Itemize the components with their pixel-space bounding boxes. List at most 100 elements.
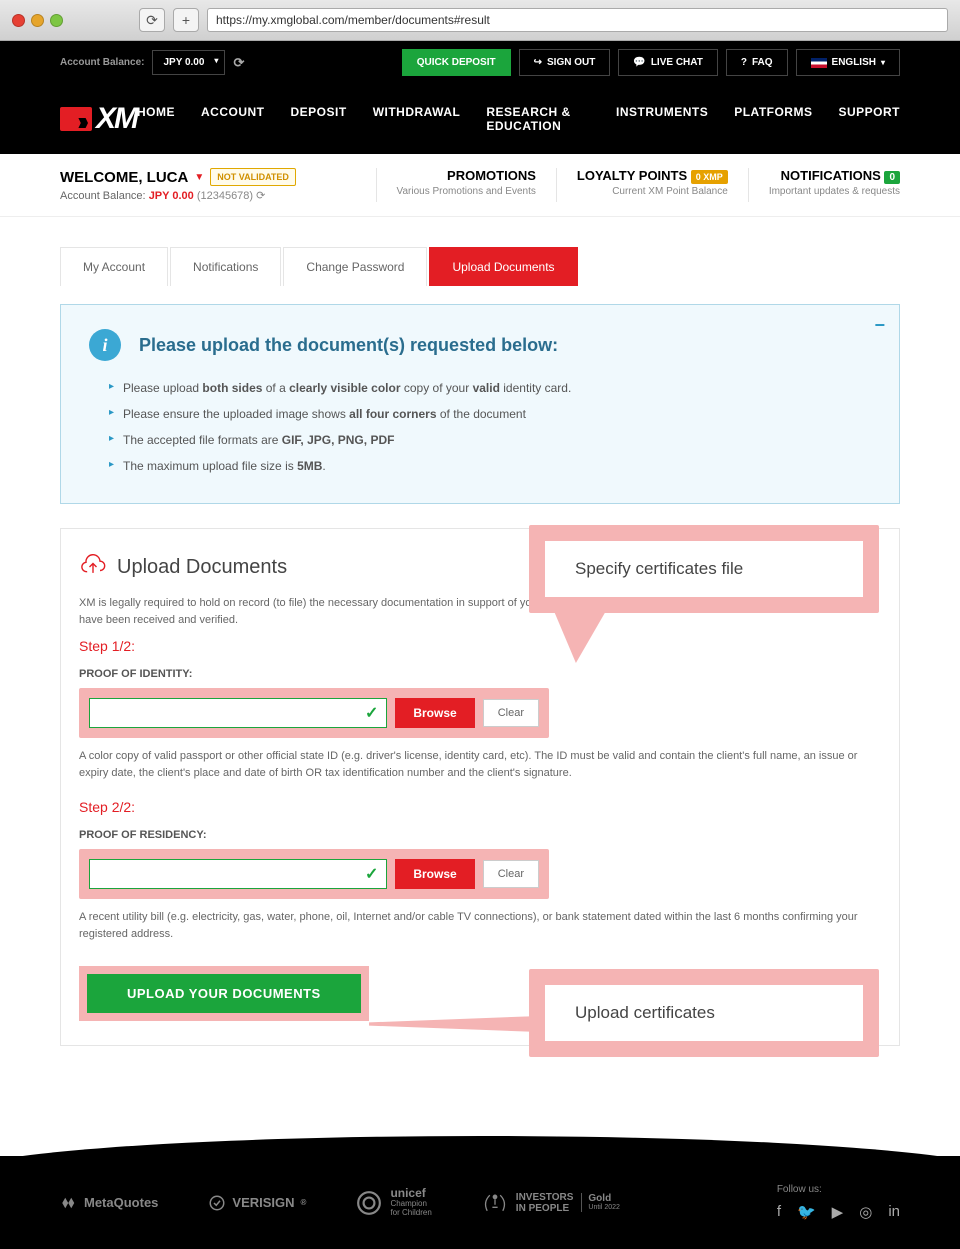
info-item: The maximum upload file size is 5MB. — [109, 453, 871, 479]
close-window-icon[interactable] — [12, 14, 25, 27]
unicef-icon — [356, 1190, 382, 1216]
info-panel: − i Please upload the document(s) reques… — [60, 304, 900, 504]
step-2-label: Step 2/2: — [79, 799, 881, 815]
residency-file-input[interactable]: ✓ — [89, 859, 387, 889]
info-item: The accepted file formats are GIF, JPG, … — [109, 427, 871, 453]
chevron-down-icon[interactable]: ▼ — [194, 172, 204, 183]
browse-identity-button[interactable]: Browse — [395, 698, 474, 728]
live-chat-button[interactable]: 💬LIVE CHAT — [618, 49, 718, 76]
identity-upload-row: ✓ Browse Clear — [79, 688, 549, 738]
metaquotes-logo: MetaQuotes — [60, 1194, 158, 1212]
tab-notifications[interactable]: Notifications — [170, 247, 281, 286]
residency-upload-row: ✓ Browse Clear — [79, 849, 549, 899]
tab-my-account[interactable]: My Account — [60, 247, 168, 286]
linkedin-icon[interactable]: in — [888, 1203, 900, 1221]
tab-upload-documents[interactable]: Upload Documents — [429, 247, 577, 286]
nav-home[interactable]: HOME — [137, 105, 175, 133]
logo[interactable]: XM — [60, 102, 137, 136]
youtube-icon[interactable]: ▶ — [832, 1203, 844, 1221]
callout-text: Upload certificates — [545, 985, 863, 1041]
verisign-icon — [208, 1194, 226, 1212]
notification-count-badge: 0 — [884, 171, 900, 184]
upload-icon — [79, 553, 107, 581]
step-1-label: Step 1/2: — [79, 638, 881, 654]
account-tabs: My Account Notifications Change Password… — [60, 247, 900, 286]
logo-icon — [60, 107, 92, 131]
maximize-window-icon[interactable] — [50, 14, 63, 27]
investors-in-people-logo: INVESTORSIN PEOPLE GoldUntil 2022 — [482, 1190, 620, 1216]
callout-specify: Specify certificates file — [529, 525, 879, 613]
footer: MetaQuotes VERISIGN® unicefChampionfor C… — [0, 1156, 960, 1249]
main-header: XM HOME ACCOUNT DEPOSIT WITHDRAWAL RESEA… — [0, 84, 960, 154]
loyalty-title[interactable]: LOYALTY POINTS 0 XMP — [577, 168, 728, 183]
language-select[interactable]: ENGLISH▾ — [796, 49, 900, 76]
promotions-sub: Various Promotions and Events — [397, 186, 536, 197]
main-nav: HOME ACCOUNT DEPOSIT WITHDRAWAL RESEARCH… — [137, 105, 900, 133]
minimize-window-icon[interactable] — [31, 14, 44, 27]
nav-research[interactable]: RESEARCH & EDUCATION — [486, 105, 590, 133]
signout-icon: ↪ — [534, 57, 542, 68]
notifications-sub: Important updates & requests — [769, 186, 900, 197]
verisign-logo: VERISIGN® — [208, 1194, 306, 1212]
nav-account[interactable]: ACCOUNT — [201, 105, 265, 133]
refresh-icon[interactable]: ⟳ — [256, 190, 265, 202]
nav-withdrawal[interactable]: WITHDRAWAL — [373, 105, 461, 133]
twitter-icon[interactable]: 🐦 — [797, 1203, 816, 1221]
sign-out-button[interactable]: ↪SIGN OUT — [519, 49, 611, 76]
account-summary-bar: WELCOME, LUCA ▼ NOT VALIDATED Account Ba… — [0, 154, 960, 217]
notifications-title[interactable]: NOTIFICATIONS 0 — [769, 168, 900, 183]
info-icon: i — [89, 329, 121, 361]
proof-identity-label: PROOF OF IDENTITY: — [79, 668, 881, 680]
identity-file-input[interactable]: ✓ — [89, 698, 387, 728]
upload-documents-button[interactable]: UPLOAD YOUR DOCUMENTS — [87, 974, 361, 1013]
chat-icon: 💬 — [633, 57, 645, 68]
balance-select[interactable]: JPY 0.00 — [152, 50, 225, 75]
reload-button[interactable]: ⟳ — [139, 8, 165, 32]
loyalty-sub: Current XM Point Balance — [577, 186, 728, 197]
checkmark-icon: ✓ — [365, 864, 378, 884]
unicef-logo: unicefChampionfor Children — [356, 1187, 431, 1218]
browse-residency-button[interactable]: Browse — [395, 859, 474, 889]
identity-description: A color copy of valid passport or other … — [79, 748, 881, 781]
checkmark-icon: ✓ — [365, 703, 378, 723]
info-list: Please upload both sides of a clearly vi… — [89, 375, 871, 479]
collapse-icon[interactable]: − — [874, 315, 885, 336]
xmp-badge: 0 XMP — [691, 170, 728, 184]
metaquotes-icon — [60, 1194, 78, 1212]
balance-label: Account Balance: — [60, 57, 144, 68]
info-title: Please upload the document(s) requested … — [139, 335, 558, 356]
residency-description: A recent utility bill (e.g. electricity,… — [79, 909, 881, 942]
info-item: Please upload both sides of a clearly vi… — [109, 375, 871, 401]
new-tab-button[interactable]: + — [173, 8, 199, 32]
footer-wave — [0, 1126, 960, 1156]
nav-support[interactable]: SUPPORT — [838, 105, 900, 133]
nav-instruments[interactable]: INSTRUMENTS — [616, 105, 708, 133]
window-controls — [12, 14, 63, 27]
promotions-title[interactable]: PROMOTIONS — [397, 168, 536, 183]
instagram-icon[interactable]: ◎ — [859, 1203, 872, 1221]
welcome-greeting: WELCOME, LUCA ▼ NOT VALIDATED — [60, 168, 356, 186]
nav-platforms[interactable]: PLATFORMS — [734, 105, 812, 133]
callout-text: Specify certificates file — [545, 541, 863, 597]
upload-title: Upload Documents — [117, 556, 287, 579]
social-links: f 🐦 ▶ ◎ in — [777, 1203, 900, 1221]
help-icon: ? — [741, 57, 747, 68]
laurel-icon — [482, 1190, 508, 1216]
follow-label: Follow us: — [777, 1184, 900, 1195]
clear-residency-button[interactable]: Clear — [483, 860, 539, 888]
refresh-icon[interactable]: ⟳ — [233, 55, 244, 71]
faq-button[interactable]: ?FAQ — [726, 49, 788, 76]
submit-highlight: UPLOAD YOUR DOCUMENTS — [79, 966, 369, 1021]
clear-identity-button[interactable]: Clear — [483, 699, 539, 727]
address-bar[interactable]: https://my.xmglobal.com/member/documents… — [207, 8, 948, 32]
browser-chrome: ⟳ + https://my.xmglobal.com/member/docum… — [0, 0, 960, 41]
facebook-icon[interactable]: f — [777, 1203, 781, 1221]
nav-deposit[interactable]: DEPOSIT — [291, 105, 347, 133]
utility-bar: Account Balance: JPY 0.00 ⟳ QUICK DEPOSI… — [0, 41, 960, 84]
quick-deposit-button[interactable]: QUICK DEPOSIT — [402, 49, 511, 76]
info-item: Please ensure the uploaded image shows a… — [109, 401, 871, 427]
callout-upload: Upload certificates — [529, 969, 879, 1057]
proof-residency-label: PROOF OF RESIDENCY: — [79, 829, 881, 841]
tab-change-password[interactable]: Change Password — [283, 247, 427, 286]
logo-text: XM — [96, 102, 137, 136]
